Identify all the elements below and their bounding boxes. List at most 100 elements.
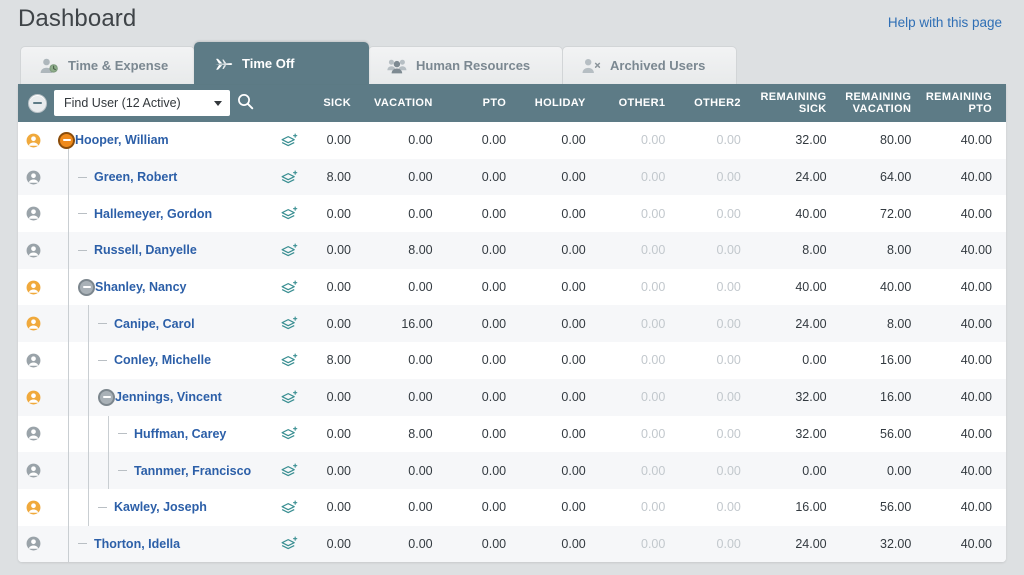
user-name-cell: Thorton, Idella (18, 525, 267, 563)
tab-time-off[interactable]: Time Off (194, 42, 369, 84)
cell-remaining-sick: 24.00 (795, 536, 827, 551)
table-row[interactable]: Jennings, Vincent 0.00 0.00 0.00 0.00 0.00 0.0… (18, 378, 1006, 416)
column-header-other1[interactable]: OTHER1 (600, 84, 680, 122)
cell-vacation: 0.00 (408, 353, 433, 368)
add-layers-icon[interactable] (267, 489, 312, 526)
column-header-remaining-sick[interactable]: REMAINING SICK (755, 84, 841, 122)
user-avatar-icon (18, 426, 48, 441)
user-name-link[interactable]: Thorton, Idella (94, 537, 180, 551)
table-row[interactable]: Huffman, Carey 0.00 8.00 0.00 0.00 0.00 0.00 32… (18, 415, 1006, 453)
cell-remaining-pto: 40.00 (960, 170, 992, 185)
cell-holiday: 0.00 (561, 390, 586, 405)
help-with-this-page-link[interactable]: Help with this page (888, 0, 1002, 40)
tree-branch (118, 433, 127, 435)
user-name-link[interactable]: Tannmer, Francisco (134, 464, 251, 478)
cell-holiday: 0.00 (561, 243, 586, 258)
cell-other2: 0.00 (716, 500, 741, 515)
add-layers-icon[interactable] (267, 269, 312, 306)
user-name-cell: Tannmer, Francisco (18, 452, 267, 489)
column-header-other2[interactable]: OTHER2 (679, 84, 755, 122)
cell-sick: 0.00 (326, 316, 351, 331)
cell-sick: 0.00 (326, 243, 351, 258)
tab-time-and-expense[interactable]: Time & Expense (20, 46, 195, 84)
add-layers-icon[interactable] (267, 452, 312, 489)
collapse-all-button[interactable] (28, 93, 47, 113)
cell-remaining-pto: 40.00 (960, 390, 992, 405)
user-name-link[interactable]: Jennings, Vincent (115, 390, 222, 404)
user-avatar-icon (18, 133, 48, 148)
cell-other1: 0.00 (641, 536, 666, 551)
tree-cell: Shanley, Nancy (48, 268, 267, 306)
table-row[interactable]: Canipe, Carol 0.00 16.00 0.00 0.00 0.00 0.00 24… (18, 305, 1006, 343)
add-layers-icon[interactable] (267, 159, 312, 196)
column-header-remaining-vacation[interactable]: REMAINING VACATION (841, 84, 926, 122)
add-layers-icon[interactable] (267, 416, 312, 453)
user-name-link[interactable]: Russell, Danyelle (94, 243, 197, 257)
column-header-sick[interactable]: SICK (312, 84, 365, 122)
cell-pto: 0.00 (481, 206, 507, 221)
cell-remaining-pto: 40.00 (960, 463, 992, 478)
column-header-vacation[interactable]: VACATION (365, 84, 447, 122)
table-row[interactable]: Tannmer, Francisco 0.00 0.00 0.00 0.00 0.00 0.… (18, 452, 1006, 489)
cell-other2: 0.00 (716, 426, 741, 441)
tab-archived-users[interactable]: Archived Users (562, 46, 737, 84)
cell-remaining-sick: 8.00 (802, 243, 827, 258)
table-row[interactable]: Shanley, Nancy 0.00 0.00 0.00 0.00 0.00 0.00 40… (18, 268, 1006, 306)
user-name-link[interactable]: Shanley, Nancy (95, 280, 186, 294)
user-name-link[interactable]: Huffman, Carey (134, 427, 226, 441)
table-row[interactable]: Conley, Michelle 8.00 0.00 0.00 0.00 0.00 0.00… (18, 342, 1006, 379)
add-layers-icon[interactable] (267, 379, 312, 416)
cell-holiday: 0.00 (561, 536, 586, 551)
tree-cell: Russell, Danyelle (48, 232, 267, 269)
add-layers-icon[interactable] (267, 122, 312, 159)
column-header-pto[interactable]: PTO (447, 84, 520, 122)
add-layers-icon[interactable] (267, 342, 312, 379)
column-header-remaining-pto[interactable]: REMAINING PTO (925, 84, 1006, 122)
tree-branch (98, 359, 107, 361)
tree-toggle-collapse[interactable] (98, 388, 115, 406)
cell-remaining-vacation: 8.00 (886, 316, 912, 331)
tab-label: Human Resources (416, 58, 531, 73)
table-row[interactable]: Hallemeyer, Gordon 0.00 0.00 0.00 0.00 0.00 0.… (18, 195, 1006, 233)
cell-remaining-sick: 40.00 (795, 206, 827, 221)
tab-label: Time Off (242, 56, 295, 71)
user-name-link[interactable]: Canipe, Carol (114, 317, 195, 331)
table-body: Hooper, William 0.00 0.00 0.00 0.00 0.00 0.00 3… (18, 122, 1006, 563)
user-name-link[interactable]: Hooper, William (75, 133, 169, 147)
table-row[interactable]: Hooper, William 0.00 0.00 0.00 0.00 0.00 0.00 3… (18, 122, 1006, 159)
find-user-select[interactable]: Find User (12 Active) (54, 90, 230, 116)
user-name-cell: Hooper, William (18, 122, 267, 159)
user-avatar-icon (18, 243, 48, 258)
table-row[interactable]: Kawley, Joseph 0.00 0.00 0.00 0.00 0.00 0.00 16… (18, 488, 1006, 526)
user-name-link[interactable]: Conley, Michelle (114, 353, 211, 367)
tab-human-resources[interactable]: Human Resources (368, 46, 563, 84)
column-header-holiday[interactable]: HOLIDAY (520, 84, 600, 122)
search-icon[interactable] (237, 93, 254, 114)
cell-vacation: 8.00 (408, 243, 433, 258)
add-layers-icon[interactable] (267, 195, 312, 232)
tree-cell: Kawley, Joseph (48, 488, 267, 526)
top-bar: Dashboard Help with this page (0, 0, 1024, 42)
cell-other1: 0.00 (641, 500, 666, 515)
tree-branch (78, 176, 87, 178)
cell-other2: 0.00 (716, 316, 741, 331)
cell-other2: 0.00 (716, 280, 741, 295)
tree-toggle-collapse[interactable] (78, 278, 95, 296)
user-name-link[interactable]: Kawley, Joseph (114, 500, 207, 514)
cell-other2: 0.00 (716, 463, 741, 478)
table-row[interactable]: Thorton, Idella 0.00 0.00 0.00 0.00 0.00 0.00 2… (18, 525, 1006, 563)
user-name-link[interactable]: Green, Robert (94, 170, 177, 184)
cell-remaining-vacation: 80.00 (880, 133, 912, 148)
add-layers-icon[interactable] (267, 305, 312, 342)
chevron-down-icon (214, 100, 222, 106)
cell-vacation: 0.00 (408, 133, 433, 148)
user-name-link[interactable]: Hallemeyer, Gordon (94, 207, 212, 221)
cell-sick: 8.00 (326, 170, 351, 185)
tree-toggle-collapse[interactable] (58, 131, 75, 149)
cell-other2: 0.00 (716, 133, 741, 148)
cell-pto: 0.00 (481, 316, 507, 331)
table-row[interactable]: Green, Robert 8.00 0.00 0.00 0.00 0.00 0.00 24.… (18, 158, 1006, 196)
add-layers-icon[interactable] (267, 232, 312, 269)
table-row[interactable]: Russell, Danyelle 0.00 8.00 0.00 0.00 0.00 0.0… (18, 232, 1006, 269)
add-layers-icon[interactable] (267, 526, 312, 563)
